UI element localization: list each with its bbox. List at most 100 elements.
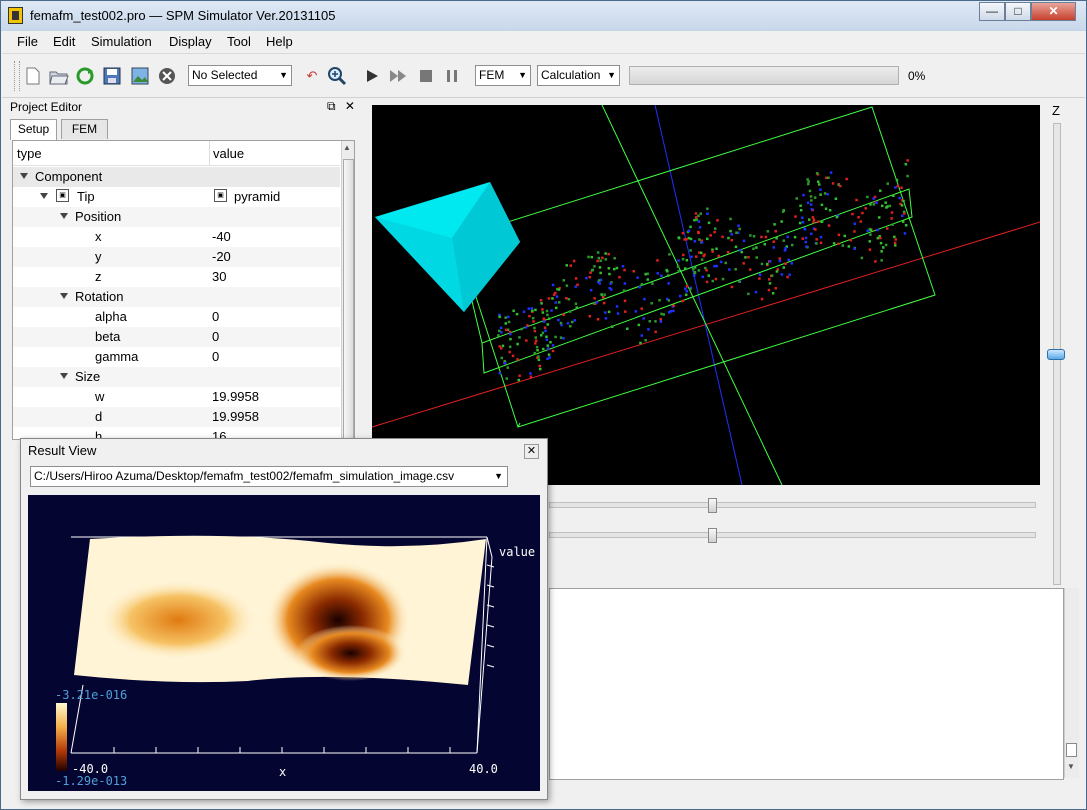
tree-row-tip[interactable]: ▣ Tip ▣ pyramid bbox=[13, 187, 340, 207]
atom-point bbox=[697, 231, 700, 235]
tab-setup[interactable]: Setup bbox=[10, 119, 57, 140]
refresh-icon[interactable] bbox=[75, 66, 95, 86]
menu-simulation[interactable]: Simulation bbox=[91, 34, 152, 49]
tree-row-component[interactable]: Component bbox=[13, 167, 340, 187]
title-bar[interactable]: femafm_test002.pro — SPM Simulator Ver.2… bbox=[1, 1, 1086, 31]
float-icon[interactable]: ⧉ bbox=[327, 99, 336, 113]
y-slider-thumb[interactable] bbox=[708, 528, 717, 543]
menu-file[interactable]: File bbox=[17, 34, 38, 49]
tree-row-y[interactable]: y -20 bbox=[13, 247, 340, 267]
result-file-combo[interactable]: C:/Users/Hiroo Azuma/Desktop/femafm_test… bbox=[30, 466, 508, 487]
mode-combo[interactable]: FEM ▼ bbox=[475, 65, 531, 86]
expand-icon[interactable] bbox=[40, 193, 48, 199]
maximize-button[interactable]: □ bbox=[1005, 2, 1031, 21]
menu-help[interactable]: Help bbox=[266, 34, 293, 49]
atom-point bbox=[643, 297, 646, 301]
atom-point bbox=[783, 249, 787, 252]
atom-point bbox=[676, 265, 680, 268]
play-icon[interactable] bbox=[362, 66, 382, 86]
new-file-icon[interactable] bbox=[23, 66, 43, 86]
image-icon[interactable] bbox=[130, 66, 150, 86]
tree-row-value[interactable]: 19.9958 bbox=[212, 409, 259, 424]
atom-point bbox=[559, 321, 563, 325]
dock-close-icon[interactable]: ✕ bbox=[345, 99, 355, 113]
tree-row-gamma[interactable]: gamma 0 bbox=[13, 347, 340, 367]
tree-row-value[interactable]: -40 bbox=[212, 229, 231, 244]
save-icon[interactable] bbox=[102, 66, 122, 86]
result-surface-plot[interactable]: value -3.21e-016 -1.29e-013 -40.0 40.0 x bbox=[28, 495, 540, 791]
tree-row-value[interactable]: 0 bbox=[212, 329, 219, 344]
atom-point bbox=[611, 325, 614, 328]
expand-icon[interactable] bbox=[20, 173, 28, 179]
tree-scrollbar[interactable]: ▲ bbox=[341, 141, 354, 439]
pause-icon[interactable] bbox=[442, 66, 462, 86]
x-slider-track[interactable] bbox=[549, 502, 1036, 508]
menu-edit[interactable]: Edit bbox=[53, 34, 75, 49]
atom-point bbox=[566, 322, 570, 325]
tree-row-w[interactable]: w 19.9958 bbox=[13, 387, 340, 407]
atom-point bbox=[500, 356, 503, 360]
atom-point bbox=[735, 231, 738, 234]
3d-viewport[interactable] bbox=[371, 104, 1041, 486]
expand-icon[interactable] bbox=[60, 213, 68, 219]
atom-point bbox=[538, 364, 541, 368]
undo-icon[interactable]: ↶ bbox=[302, 66, 322, 86]
expand-icon[interactable] bbox=[60, 373, 68, 379]
stop-icon[interactable] bbox=[416, 66, 436, 86]
toolbar-grip[interactable] bbox=[14, 61, 20, 91]
menu-tool[interactable]: Tool bbox=[227, 34, 251, 49]
expand-icon[interactable] bbox=[60, 293, 68, 299]
zoom-icon[interactable] bbox=[327, 66, 347, 86]
z-slider-thumb[interactable] bbox=[1047, 349, 1065, 360]
calculation-combo[interactable]: Calculation ▼ bbox=[537, 65, 620, 86]
scroll-thumb[interactable] bbox=[343, 159, 354, 439]
tree-row-value[interactable]: -20 bbox=[212, 249, 231, 264]
tree-row-alpha[interactable]: alpha 0 bbox=[13, 307, 340, 327]
scroll-down-icon[interactable]: ▼ bbox=[1067, 762, 1075, 771]
tree-row-value[interactable]: 30 bbox=[212, 269, 226, 284]
atom-point bbox=[831, 182, 835, 185]
tree-row-value[interactable]: 0 bbox=[212, 309, 219, 324]
tree-row-value[interactable]: 0 bbox=[212, 349, 219, 364]
close-button[interactable]: ✕ bbox=[1031, 2, 1076, 21]
atom-point bbox=[607, 267, 611, 270]
menu-display[interactable]: Display bbox=[169, 34, 212, 49]
tree-row-d[interactable]: d 19.9958 bbox=[13, 407, 340, 427]
stop-circle-icon[interactable] bbox=[157, 66, 177, 86]
open-folder-icon[interactable] bbox=[49, 66, 69, 86]
minimize-button[interactable]: — bbox=[979, 2, 1005, 21]
y-slider-track[interactable] bbox=[549, 532, 1036, 538]
atom-point bbox=[901, 220, 905, 223]
tree-row-x[interactable]: x -40 bbox=[13, 227, 340, 247]
atom-point bbox=[559, 336, 563, 339]
atom-point bbox=[639, 341, 642, 345]
atom-point bbox=[784, 262, 787, 265]
tree-row-position[interactable]: Position bbox=[13, 207, 340, 227]
atom-point bbox=[597, 256, 601, 260]
tree-row-z[interactable]: z 30 bbox=[13, 267, 340, 287]
tree-row-size[interactable]: Size bbox=[13, 367, 340, 387]
console-scrollbar[interactable]: ▼ bbox=[1064, 588, 1079, 778]
x-slider-thumb[interactable] bbox=[708, 498, 717, 513]
atom-point bbox=[600, 293, 603, 296]
tree-row-rotation[interactable]: Rotation bbox=[13, 287, 340, 307]
atom-point bbox=[567, 298, 571, 301]
atom-point bbox=[545, 338, 549, 341]
atom-point bbox=[752, 235, 756, 238]
tree-row-beta[interactable]: beta 0 bbox=[13, 327, 340, 347]
output-console[interactable] bbox=[549, 588, 1064, 780]
selection-combo[interactable]: No Selected ▼ bbox=[188, 65, 292, 86]
atom-point bbox=[498, 315, 501, 319]
scroll-up-icon[interactable]: ▲ bbox=[343, 143, 351, 152]
result-view-close-button[interactable]: ✕ bbox=[524, 444, 539, 459]
console-scroll-thumb[interactable] bbox=[1066, 743, 1077, 757]
atom-point bbox=[603, 293, 606, 296]
fast-forward-icon[interactable] bbox=[388, 66, 408, 86]
atom-point bbox=[602, 296, 605, 299]
tree-row-value[interactable]: 19.9958 bbox=[212, 389, 259, 404]
column-type[interactable]: type bbox=[17, 146, 42, 161]
tab-fem[interactable]: FEM bbox=[61, 119, 108, 139]
atom-point bbox=[588, 315, 591, 318]
column-value[interactable]: value bbox=[213, 146, 244, 161]
atom-point bbox=[659, 320, 663, 323]
